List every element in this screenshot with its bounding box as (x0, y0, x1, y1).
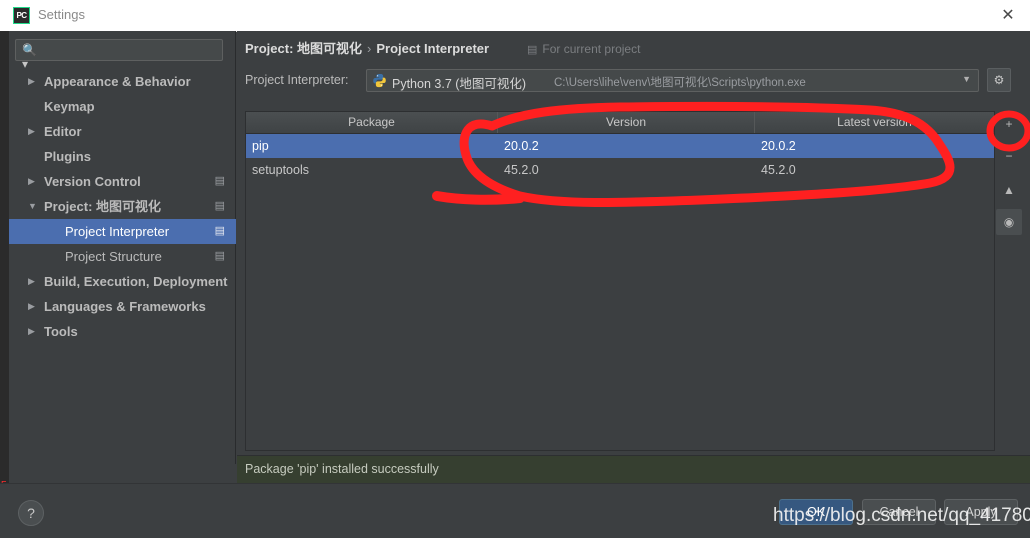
table-row[interactable]: pip 20.0.2 20.0.2 (246, 134, 994, 158)
sidebar-item-label: Languages & Frameworks (44, 299, 206, 314)
cell-latest: 20.0.2 (761, 139, 796, 153)
copy-settings-icon[interactable]: ▤ (215, 244, 225, 269)
remove-package-button[interactable]: − (996, 143, 1022, 169)
search-icon: 🔍▾ (22, 43, 37, 71)
cell-version: 45.2.0 (504, 163, 539, 177)
status-message: Package 'pip' installed successfully (245, 462, 439, 476)
chevron-right-icon[interactable]: ▶ (28, 269, 40, 294)
settings-sidebar: 🔍▾ ▶ Appearance & Behavior Keymap ▶ Editor Pl… (9, 31, 236, 464)
chevron-right-icon[interactable]: ▶ (28, 119, 40, 144)
search-input[interactable]: 🔍▾ (15, 39, 223, 71)
add-package-button[interactable]: + (996, 111, 1022, 137)
cell-version: 20.0.2 (504, 139, 539, 153)
sidebar-item-label: Editor (44, 124, 82, 139)
cell-package: pip (252, 139, 269, 153)
sidebar-item-label: Keymap (44, 99, 95, 114)
breadcrumb-project[interactable]: Project: 地图可视化 (245, 41, 362, 56)
pycharm-logo-icon: PC (13, 7, 30, 24)
sidebar-item-label: Project Structure (65, 249, 162, 264)
column-header[interactable]: Version (498, 112, 755, 133)
package-table: Package Version Latest version pip 20.0.2 20… (245, 111, 995, 451)
sidebar-item-label: Tools (44, 324, 78, 339)
show-early-releases-button[interactable]: ◉ (996, 209, 1022, 235)
package-toolbar: + − ▲ ◉ (996, 111, 1022, 451)
gear-icon: ⚙ (993, 73, 1005, 87)
chevron-right-icon[interactable]: ▶ (28, 169, 40, 194)
watermark-text: https://blog.csdn.net/qq_41780800 (773, 505, 1030, 526)
sidebar-item-project[interactable]: ▼ Project: 地图可视化 ▤ (9, 194, 236, 219)
main-panel: Project: 地图可视化 › Project Interpreter ▤ For … (237, 31, 1030, 464)
sidebar-item-languages-frameworks[interactable]: ▶ Languages & Frameworks (9, 294, 236, 319)
copy-settings-icon[interactable]: ▤ (215, 219, 225, 244)
breadcrumb: Project: 地图可视化 › Project Interpreter (245, 40, 489, 58)
window-titlebar: PC Settings ✕ (0, 0, 1030, 32)
breadcrumb-page: Project Interpreter (376, 41, 490, 56)
copy-settings-icon[interactable]: ▤ (215, 194, 225, 219)
for-current-project-label: ▤ For current project (527, 40, 640, 58)
sidebar-item-project-structure[interactable]: Project Structure ▤ (9, 244, 236, 269)
chevron-right-icon[interactable]: ▶ (28, 294, 40, 319)
interpreter-name: Python 3.7 (地图可视化) (392, 77, 527, 91)
sidebar-item-keymap[interactable]: Keymap (9, 94, 236, 119)
breadcrumb-separator: › (367, 41, 372, 56)
sidebar-item-label: Appearance & Behavior (44, 74, 191, 89)
interpreter-label: Project Interpreter: (245, 73, 349, 87)
sidebar-item-label: Build, Execution, Deployment (44, 274, 228, 289)
help-button[interactable]: ? (18, 500, 44, 526)
sidebar-item-label: Project Interpreter (65, 224, 170, 239)
left-edge-strip (0, 31, 9, 537)
python-icon (373, 73, 386, 88)
interpreter-select[interactable]: Python 3.7 (地图可视化) C:\Users\lihe\venv\地图… (366, 69, 979, 92)
copy-settings-icon[interactable]: ▤ (215, 169, 225, 194)
interpreter-path: C:\Users\lihe\venv\地图可视化\Scripts\python.… (554, 77, 806, 89)
table-row[interactable]: setuptools 45.2.0 45.2.0 (246, 158, 994, 182)
interpreter-settings-button[interactable]: ⚙ (987, 68, 1011, 92)
sidebar-item-label: Version Control (44, 174, 141, 189)
chevron-down-icon[interactable]: ▼ (962, 74, 971, 84)
sidebar-item-editor[interactable]: ▶ Editor (9, 119, 236, 144)
sidebar-item-label: Project: 地图可视化 (44, 199, 162, 214)
upgrade-package-button[interactable]: ▲ (996, 177, 1022, 203)
close-icon[interactable]: ✕ (994, 4, 1022, 28)
column-header[interactable]: Latest version (755, 112, 994, 133)
for-current-project-text: For current project (542, 42, 641, 56)
package-table-header: Package Version Latest version (246, 112, 994, 134)
sidebar-item-tools[interactable]: ▶ Tools (9, 319, 236, 344)
sidebar-item-build-execution-deployment[interactable]: ▶ Build, Execution, Deployment (9, 269, 236, 294)
chevron-down-icon[interactable]: ▼ (28, 194, 40, 219)
cell-latest: 45.2.0 (761, 163, 796, 177)
column-header[interactable]: Package (246, 112, 498, 133)
chevron-right-icon[interactable]: ▶ (28, 319, 40, 344)
window-title: Settings (38, 7, 85, 22)
cell-package: setuptools (252, 163, 309, 177)
sidebar-item-label: Plugins (44, 149, 91, 164)
sidebar-item-plugins[interactable]: Plugins (9, 144, 236, 169)
project-scope-icon: ▤ (527, 44, 538, 56)
sidebar-item-version-control[interactable]: ▶ Version Control ▤ (9, 169, 236, 194)
sidebar-item-project-interpreter[interactable]: Project Interpreter ▤ (9, 219, 236, 244)
chevron-right-icon[interactable]: ▶ (28, 69, 40, 94)
sidebar-item-appearance-behavior[interactable]: ▶ Appearance & Behavior (9, 69, 236, 94)
status-bar: Package 'pip' installed successfully (237, 455, 1030, 484)
